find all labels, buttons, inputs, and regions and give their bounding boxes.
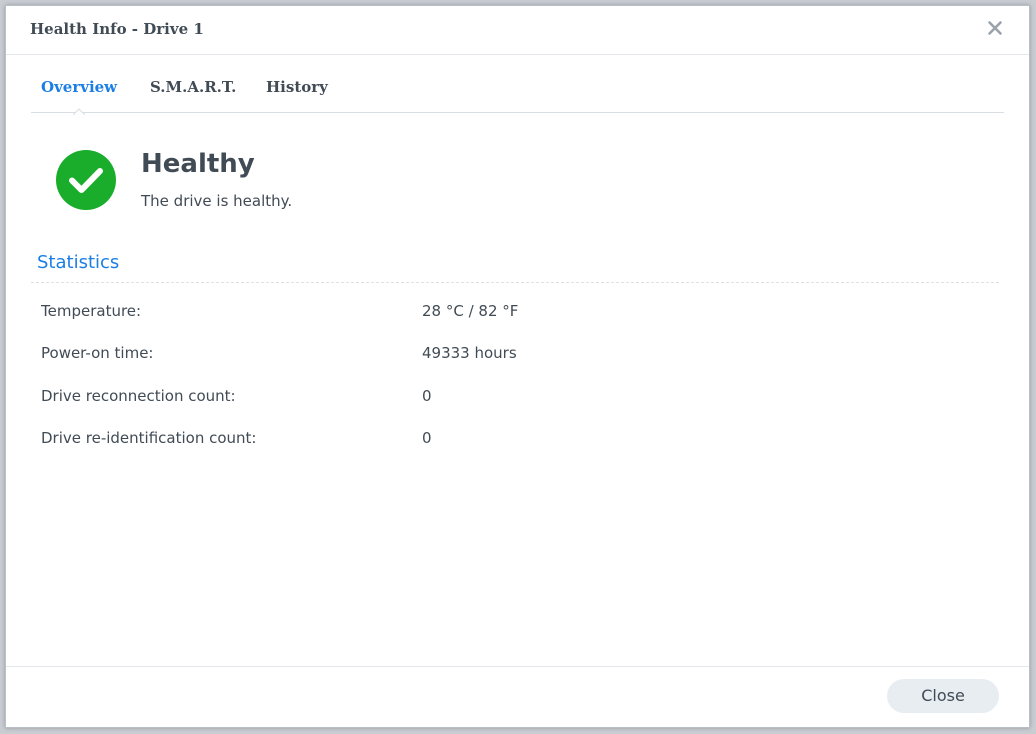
stat-value: 49333 hours (422, 344, 517, 362)
status-description: The drive is healthy. (141, 192, 293, 210)
close-button[interactable]: Close (887, 679, 999, 713)
stat-label: Power-on time: (41, 344, 154, 362)
active-tab-indicator (72, 105, 86, 120)
dialog-footer: Close (6, 666, 1029, 727)
status-title: Healthy (141, 149, 255, 179)
stat-row-reconnection-count: Drive reconnection count: 0 (6, 387, 1029, 411)
dialog-titlebar: Health Info - Drive 1 (6, 6, 1029, 55)
checkmark-circle-icon (55, 149, 117, 211)
tab-bar: Overview S.M.A.R.T. History (31, 54, 1004, 120)
health-info-dialog: Health Info - Drive 1 Overview S.M.A.R.T… (5, 5, 1030, 728)
stat-value: 28 °C / 82 °F (422, 302, 519, 320)
dialog-title: Health Info - Drive 1 (30, 20, 204, 38)
stat-row-power-on-time: Power-on time: 49333 hours (6, 344, 1029, 368)
stat-row-temperature: Temperature: 28 °C / 82 °F (6, 302, 1029, 326)
tab-overview[interactable]: Overview (41, 78, 117, 96)
stat-value: 0 (422, 429, 432, 447)
tab-smart[interactable]: S.M.A.R.T. (150, 78, 236, 96)
section-divider (31, 282, 999, 283)
tab-history[interactable]: History (266, 78, 328, 96)
statistics-heading: Statistics (37, 252, 120, 273)
stat-row-reidentification-count: Drive re-identification count: 0 (6, 429, 1029, 453)
close-icon[interactable] (983, 16, 1007, 40)
stat-label: Drive reconnection count: (41, 387, 236, 405)
stat-label: Drive re-identification count: (41, 429, 257, 447)
stat-label: Temperature: (41, 302, 142, 320)
stat-value: 0 (422, 387, 432, 405)
